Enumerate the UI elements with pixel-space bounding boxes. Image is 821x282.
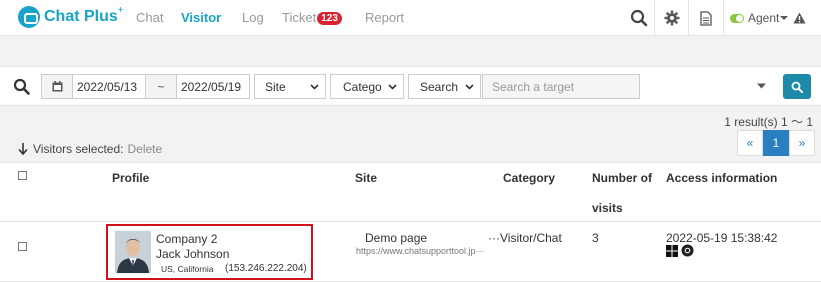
visitor-profile-cell[interactable]: Company 2 Jack Johnson US, California (1… — [106, 224, 313, 280]
global-search-button[interactable] — [622, 0, 656, 36]
top-nav-bar: Chat Plus + Chat Visitor Log Ticket 123 R… — [0, 0, 821, 36]
visitor-company: Company 2 — [156, 232, 218, 246]
chevron-down-icon — [465, 84, 474, 90]
column-category[interactable]: Category — [503, 171, 555, 185]
visitors-selected-label: Visitors selected: — [33, 142, 124, 156]
nav-ticket[interactable]: Ticket 123 — [282, 10, 342, 26]
document-button[interactable] — [688, 0, 722, 36]
agent-label: Agent — [748, 11, 780, 25]
search-icon — [13, 78, 30, 95]
site-url[interactable]: https://www.chatsupporttool.jp··· — [356, 246, 485, 256]
brand-plus: + — [117, 4, 124, 16]
pagination: « 1 » — [737, 130, 815, 156]
brand-name: Chat Plus — [44, 8, 118, 25]
visitor-ip: (153.246.222.204) — [225, 263, 307, 274]
settings-button[interactable] — [654, 0, 688, 36]
visitor-category: ···Visitor/Chat — [488, 231, 562, 245]
caret-down-icon — [780, 16, 789, 20]
row-select-checkbox[interactable] — [18, 242, 27, 251]
calendar-button[interactable] — [41, 74, 73, 99]
search-mode-select[interactable]: Search — [408, 74, 481, 99]
nav-report[interactable]: Report — [365, 10, 404, 25]
table-row[interactable]: Company 2 Jack Johnson US, California (1… — [0, 222, 821, 282]
person-photo-icon — [115, 231, 151, 273]
column-visits[interactable]: Number of — [592, 171, 652, 185]
visitor-location: US, California — [161, 264, 214, 274]
access-time: 2022-05-19 15:38:42 — [666, 231, 778, 245]
document-icon — [699, 10, 712, 26]
nav-visitor[interactable]: Visitor — [181, 10, 221, 25]
category-select[interactable]: Catego — [330, 74, 404, 99]
date-to-input[interactable]: 2022/05/19 — [176, 74, 250, 99]
site-select-value: Site — [265, 79, 286, 94]
visitor-table-header: Profile Site Category Number of visits A… — [0, 162, 821, 222]
gear-icon — [664, 10, 679, 26]
caret-down-icon[interactable] — [757, 83, 766, 89]
category-select-value: Catego — [343, 79, 382, 94]
search-target-input[interactable]: Search a target — [482, 74, 640, 99]
site-page-title[interactable]: Demo page — [365, 231, 427, 245]
delete-selected-link[interactable]: Delete — [128, 142, 163, 156]
warning-icon — [793, 12, 806, 24]
nav-log[interactable]: Log — [242, 10, 264, 25]
nav-ticket-label: Ticket — [282, 10, 317, 25]
avatar — [115, 231, 151, 273]
column-profile[interactable]: Profile — [112, 171, 149, 185]
select-all-checkbox[interactable] — [18, 171, 27, 180]
results-summary: 1 result(s) 1 ～ 1 — [724, 115, 813, 129]
chrome-icon — [681, 244, 694, 257]
chat-plus-logo-icon — [18, 6, 40, 28]
agent-status-menu[interactable]: Agent — [723, 0, 806, 36]
visitors-selected-bar: Visitors selected: Delete — [18, 142, 162, 156]
search-icon — [791, 81, 803, 93]
nav-chat[interactable]: Chat — [136, 10, 163, 25]
search-submit-button[interactable] — [783, 74, 811, 99]
calendar-icon — [52, 81, 62, 92]
visit-count: 3 — [592, 231, 599, 245]
windows-icon — [666, 245, 678, 257]
visitor-name: Jack Johnson — [156, 247, 230, 261]
pagination-prev[interactable]: « — [737, 130, 763, 156]
search-mode-value: Search — [420, 79, 459, 94]
ticket-count-badge: 123 — [317, 12, 342, 25]
site-select[interactable]: Site — [254, 74, 326, 99]
search-icon — [630, 9, 648, 27]
date-from-input[interactable]: 2022/05/13 — [72, 74, 146, 99]
arrow-down-icon — [18, 143, 28, 155]
column-site[interactable]: Site — [355, 171, 377, 185]
column-access-information[interactable]: Access information — [666, 171, 777, 185]
visitor-filter-bar: 2022/05/13 ~ 2022/05/19 Site Catego Sear… — [0, 66, 821, 106]
logo[interactable]: Chat Plus + — [18, 4, 124, 28]
pagination-page-current[interactable]: 1 — [763, 130, 789, 156]
column-visits-line2: visits — [592, 201, 623, 215]
date-range-separator: ~ — [145, 74, 177, 99]
chevron-down-icon — [388, 84, 397, 90]
pagination-next[interactable]: » — [789, 130, 815, 156]
agent-status-toggle[interactable] — [730, 13, 744, 23]
chevron-down-icon — [310, 84, 319, 90]
